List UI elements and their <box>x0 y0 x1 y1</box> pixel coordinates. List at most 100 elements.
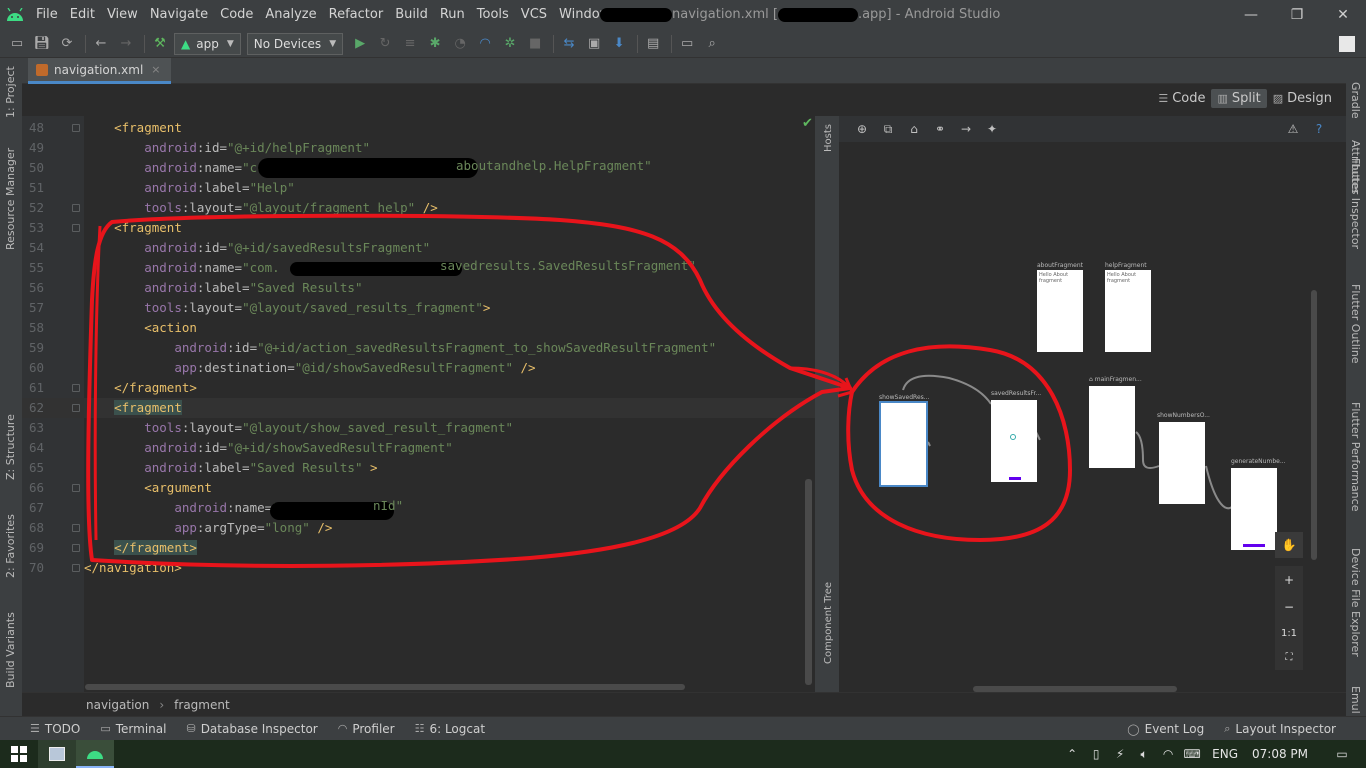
destination-saved-results-fragment[interactable] <box>991 400 1037 482</box>
nav-graph-canvas[interactable]: aboutFragment Hello About fragment helpF… <box>839 142 1319 692</box>
tool-tab-structure[interactable]: Z: Structure <box>4 414 17 480</box>
auto-arrange-icon[interactable]: ✦ <box>981 118 1003 140</box>
code-line[interactable]: 53 <fragment <box>22 218 815 238</box>
avd-manager-icon[interactable]: ▣ <box>583 33 605 55</box>
destination-show-numbers-fragment[interactable] <box>1159 422 1205 504</box>
code-line[interactable]: 62 <fragment <box>22 398 815 418</box>
code-line[interactable]: 51 android:label="Help" <box>22 178 815 198</box>
maximize-button[interactable]: ❐ <box>1274 0 1320 30</box>
destination-main-fragment[interactable] <box>1089 386 1135 468</box>
back-arrow-icon[interactable]: ← <box>90 33 112 55</box>
close-tab-icon[interactable]: × <box>151 63 160 76</box>
open-folder-icon[interactable]: ▭ <box>6 33 28 55</box>
wifi-icon[interactable]: ◠ <box>1156 747 1180 761</box>
save-all-icon[interactable]: 💾︎ <box>31 33 53 55</box>
debug-bug-icon[interactable]: ✱ <box>424 33 446 55</box>
run-configuration-select[interactable]: ▲ app ▼ <box>174 32 241 55</box>
zoom-out-button[interactable]: − <box>1284 600 1294 614</box>
bottom-tab-logcat[interactable]: ☷ 6: Logcat <box>405 722 495 736</box>
code-line[interactable]: 52 tools:layout="@layout/fragment_help" … <box>22 198 815 218</box>
fold-marker-icon[interactable] <box>72 564 80 572</box>
fold-marker-icon[interactable] <box>72 204 80 212</box>
design-mode-button[interactable]: ▨ Design <box>1267 89 1338 108</box>
device-select[interactable]: No Devices ▼ <box>246 32 344 55</box>
fold-marker-icon[interactable] <box>72 404 80 412</box>
canvas-vertical-scrollbar[interactable] <box>1311 290 1317 560</box>
power-icon[interactable]: ⚡ <box>1108 747 1132 761</box>
tool-tab-resource-manager[interactable]: Resource Manager <box>4 148 17 250</box>
bottom-tab-event-log[interactable]: ◯ Event Log <box>1117 722 1214 736</box>
menu-file[interactable]: File <box>30 0 64 30</box>
windows-start-icon[interactable] <box>0 740 38 768</box>
nested-graph-icon[interactable]: ⧉ <box>877 118 899 140</box>
taskbar-app-icon[interactable] <box>38 740 76 768</box>
bottom-tab-todo[interactable]: ☰ TODO <box>0 722 90 736</box>
code-line[interactable]: 56 android:label="Saved Results" <box>22 278 815 298</box>
new-destination-icon[interactable]: ⊕ <box>851 118 873 140</box>
terminal-window-icon[interactable]: ▭ <box>676 33 698 55</box>
bottom-tab-layout-inspector[interactable]: ⌕ Layout Inspector <box>1214 722 1346 736</box>
chevron-up-icon[interactable]: ⌃ <box>1060 747 1084 761</box>
tool-tab-favorites[interactable]: 2: Favorites <box>4 514 17 578</box>
editor-tab-navigation-xml[interactable]: navigation.xml × <box>28 58 171 84</box>
menu-tools[interactable]: Tools <box>471 0 515 30</box>
destination-about-fragment[interactable]: Hello About fragment <box>1037 270 1083 352</box>
code-line[interactable]: 59 android:id="@+id/action_savedResultsF… <box>22 338 815 358</box>
zoom-in-button[interactable]: + <box>1284 573 1294 587</box>
split-mode-button[interactable]: ▥ Split <box>1211 89 1267 108</box>
code-line[interactable]: 64 android:id="@+id/showSavedResultFragm… <box>22 438 815 458</box>
fold-marker-icon[interactable] <box>72 384 80 392</box>
zoom-fit-icon[interactable]: ⛶ <box>1286 652 1293 663</box>
fold-marker-icon[interactable] <box>72 484 80 492</box>
tool-tab-emulator[interactable]: Emul <box>1349 686 1362 714</box>
attach-debugger-icon[interactable]: ✲ <box>499 33 521 55</box>
tool-tab-flutter-performance[interactable]: Flutter Performance <box>1349 402 1362 511</box>
destination-generate-numbers-fragment[interactable] <box>1231 468 1277 550</box>
sync-gradle-icon[interactable]: ⇆ <box>558 33 580 55</box>
code-line[interactable]: 67 android:name=" <box>22 498 815 518</box>
menu-refactor[interactable]: Refactor <box>323 0 390 30</box>
tool-tab-project[interactable]: 1: Project <box>4 66 17 118</box>
tool-tab-gradle[interactable]: Gradle <box>1349 82 1362 119</box>
stop-icon[interactable]: ■ <box>524 33 546 55</box>
keyboard-icon[interactable]: ⌨ <box>1180 747 1204 761</box>
search-icon[interactable]: ⌕ <box>701 33 723 55</box>
deep-link-icon[interactable]: ⚭ <box>929 118 951 140</box>
tool-tab-device-file-explorer[interactable]: Device File Explorer <box>1349 548 1362 657</box>
battery-icon[interactable]: ▯ <box>1084 747 1108 761</box>
menu-edit[interactable]: Edit <box>64 0 101 30</box>
breadcrumb-fragment[interactable]: fragment <box>174 698 230 712</box>
pan-hand-icon[interactable]: ✋ <box>1275 532 1303 558</box>
run-play-icon[interactable]: ▶ <box>349 33 371 55</box>
bottom-tab-terminal[interactable]: ▭ Terminal <box>90 722 176 736</box>
menu-view[interactable]: View <box>101 0 144 30</box>
close-window-button[interactable]: ✕ <box>1320 0 1366 30</box>
warning-icon[interactable]: ⚠ <box>1282 118 1304 140</box>
component-tree-tab[interactable]: Component Tree <box>823 582 834 664</box>
project-structure-icon[interactable]: ▤ <box>642 33 664 55</box>
menu-run[interactable]: Run <box>434 0 471 30</box>
forward-arrow-icon[interactable]: → <box>115 33 137 55</box>
coverage-icon[interactable]: ◔ <box>449 33 471 55</box>
sync-icon[interactable]: ⟳ <box>56 33 78 55</box>
apply-code-changes-icon[interactable]: ≡ <box>399 33 421 55</box>
zoom-actual-size-button[interactable]: 1:1 <box>1281 628 1297 639</box>
menu-code[interactable]: Code <box>214 0 259 30</box>
tool-tab-build-variants[interactable]: Build Variants <box>4 612 17 688</box>
apply-changes-icon[interactable]: ↻ <box>374 33 396 55</box>
destination-help-fragment[interactable]: Hello About fragment <box>1105 270 1151 352</box>
fold-marker-icon[interactable] <box>72 224 80 232</box>
notification-icon[interactable]: ▭ <box>1330 747 1354 761</box>
breadcrumb-navigation[interactable]: navigation <box>86 698 149 712</box>
inspection-ok-icon[interactable]: ✔ <box>802 116 813 131</box>
language-indicator[interactable]: ENG <box>1212 747 1238 761</box>
volume-icon[interactable]: 🔈︎ <box>1132 747 1156 762</box>
menu-navigate[interactable]: Navigate <box>144 0 214 30</box>
fold-marker-icon[interactable] <box>72 544 80 552</box>
bottom-tab-database-inspector[interactable]: ⛁ Database Inspector <box>176 722 327 736</box>
code-line[interactable]: 54 android:id="@+id/savedResultsFragment… <box>22 238 815 258</box>
code-line[interactable]: 63 tools:layout="@layout/show_saved_resu… <box>22 418 815 438</box>
taskbar-android-studio-icon[interactable] <box>76 740 114 768</box>
code-line[interactable]: 58 <action <box>22 318 815 338</box>
code-line[interactable]: 66 <argument <box>22 478 815 498</box>
